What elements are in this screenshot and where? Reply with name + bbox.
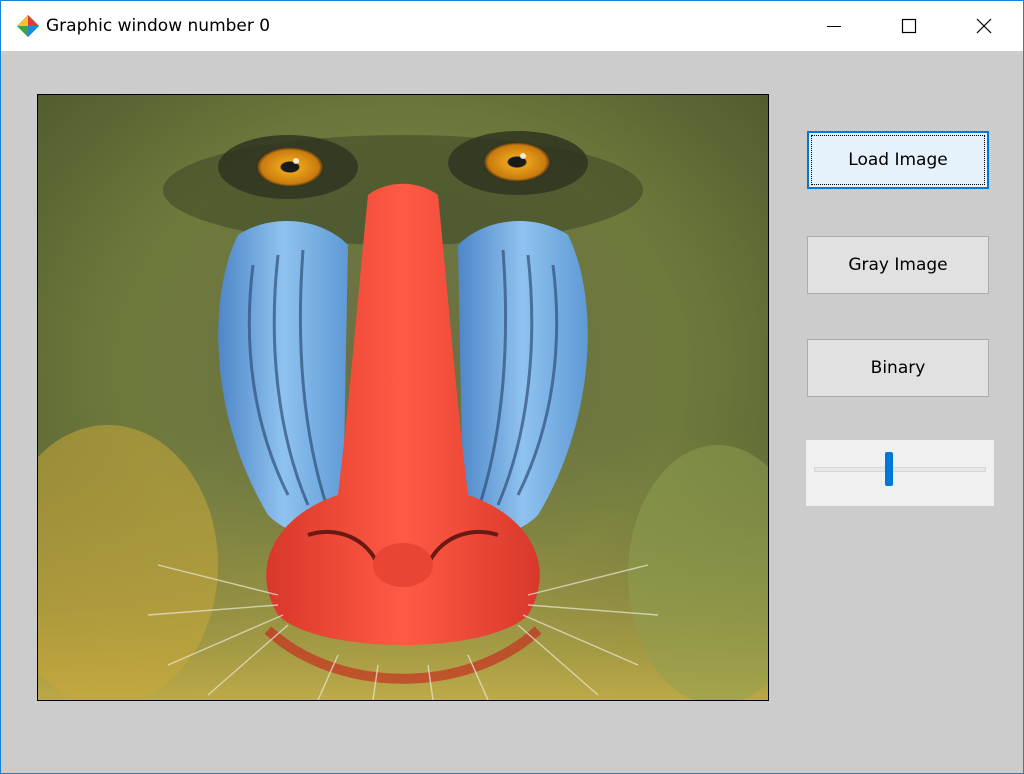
image-display-axes — [37, 94, 769, 701]
slider-thumb[interactable] — [884, 452, 893, 486]
minimize-icon — [827, 26, 841, 27]
scilab-diamond-icon — [17, 15, 39, 37]
binary-button[interactable]: Binary — [807, 339, 989, 397]
graphic-window: Graphic window number 0 Load Image Gray … — [0, 0, 1024, 774]
figure-client-area: Load Image Gray Image Binary — [1, 51, 1023, 773]
window-title: Graphic window number 0 — [46, 16, 271, 36]
threshold-slider[interactable] — [806, 440, 994, 506]
mandrill-image — [38, 95, 768, 700]
minimize-button[interactable] — [811, 1, 857, 51]
gray-image-button[interactable]: Gray Image — [807, 236, 989, 294]
slider-track[interactable] — [814, 467, 986, 472]
load-image-button[interactable]: Load Image — [807, 131, 989, 189]
title-bar[interactable]: Graphic window number 0 — [1, 1, 1023, 51]
close-icon — [976, 18, 992, 34]
close-button[interactable] — [961, 1, 1007, 51]
maximize-button[interactable] — [886, 1, 932, 51]
maximize-icon — [901, 18, 917, 34]
